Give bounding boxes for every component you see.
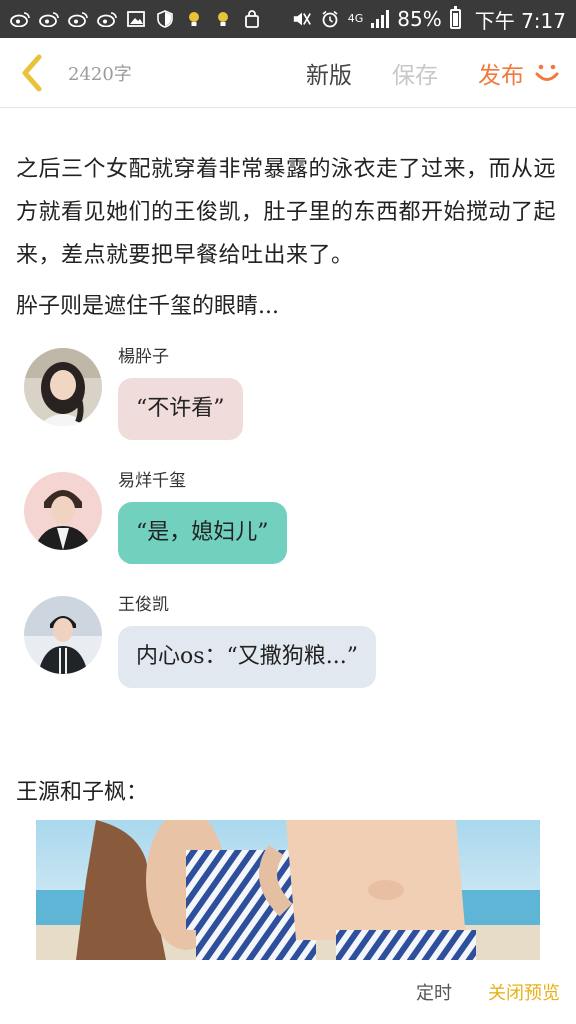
shopping-bag-icon — [242, 10, 262, 28]
chevron-left-icon — [22, 54, 42, 91]
save-button[interactable]: 保存 — [392, 56, 438, 90]
story-photo — [36, 820, 540, 960]
word-count: 2420字 — [68, 63, 132, 85]
shield-icon — [155, 10, 175, 28]
battery-percent: 85% — [397, 7, 442, 31]
paragraph: 之后三个女配就穿着非常暴露的泳衣走了过来，而从远方就看见她们的王俊凯，肚子里的东… — [16, 157, 557, 268]
signal-icon — [371, 10, 390, 28]
avatar — [24, 596, 102, 674]
avatar — [24, 472, 102, 550]
editor-header: 2420字 新版 保存 发布 — [0, 38, 576, 108]
chat-bubble: 内心os：“又撒狗粮...” — [118, 626, 377, 688]
bottom-toolbar: 定时 关闭预览 — [0, 960, 576, 1024]
paragraph: 王源和子枫： — [16, 780, 149, 805]
mute-icon — [292, 10, 312, 28]
avatar — [24, 348, 102, 426]
close-preview-button[interactable]: 关闭预览 — [488, 979, 560, 1005]
schedule-button[interactable]: 定时 — [416, 979, 452, 1005]
story-content: 之后三个女配就穿着非常暴露的泳衣走了过来，而从远方就看见她们的王俊凯，肚子里的东… — [16, 108, 560, 960]
alarm-icon — [320, 10, 340, 28]
back-button[interactable] — [10, 51, 54, 95]
chat-bubble: “不许看” — [118, 378, 243, 440]
smiley-icon[interactable] — [530, 56, 564, 90]
lightbulb-icon — [184, 10, 204, 28]
lightbulb-icon — [213, 10, 233, 28]
new-version-button[interactable]: 新版 — [306, 56, 352, 90]
network-label: 4G — [347, 12, 364, 25]
chat-bubble: “是，媳妇儿” — [118, 502, 287, 564]
clock: 下午 7:17 — [474, 8, 566, 33]
publish-button[interactable]: 发布 — [478, 56, 524, 90]
system-status: 4G 85% 下午 7:17 — [292, 5, 566, 34]
battery-level — [452, 13, 458, 26]
weibo-icon — [39, 10, 59, 28]
header-actions: 新版 保存 发布 — [306, 56, 576, 90]
status-bar: 4G 85% 下午 7:17 — [0, 0, 576, 38]
weibo-icon — [10, 10, 30, 28]
weibo-icon — [68, 10, 88, 28]
paragraph: 肸子则是遮住千玺的眼睛... — [16, 294, 279, 319]
chat-sender-name: 王俊凯 — [118, 595, 169, 615]
weibo-icon — [97, 10, 117, 28]
notification-icons — [10, 10, 262, 28]
image-icon — [126, 10, 146, 28]
chat-sender-name: 楊肸子 — [118, 347, 169, 367]
chat-sender-name: 易烊千玺 — [118, 471, 186, 491]
battery-icon — [449, 6, 461, 29]
